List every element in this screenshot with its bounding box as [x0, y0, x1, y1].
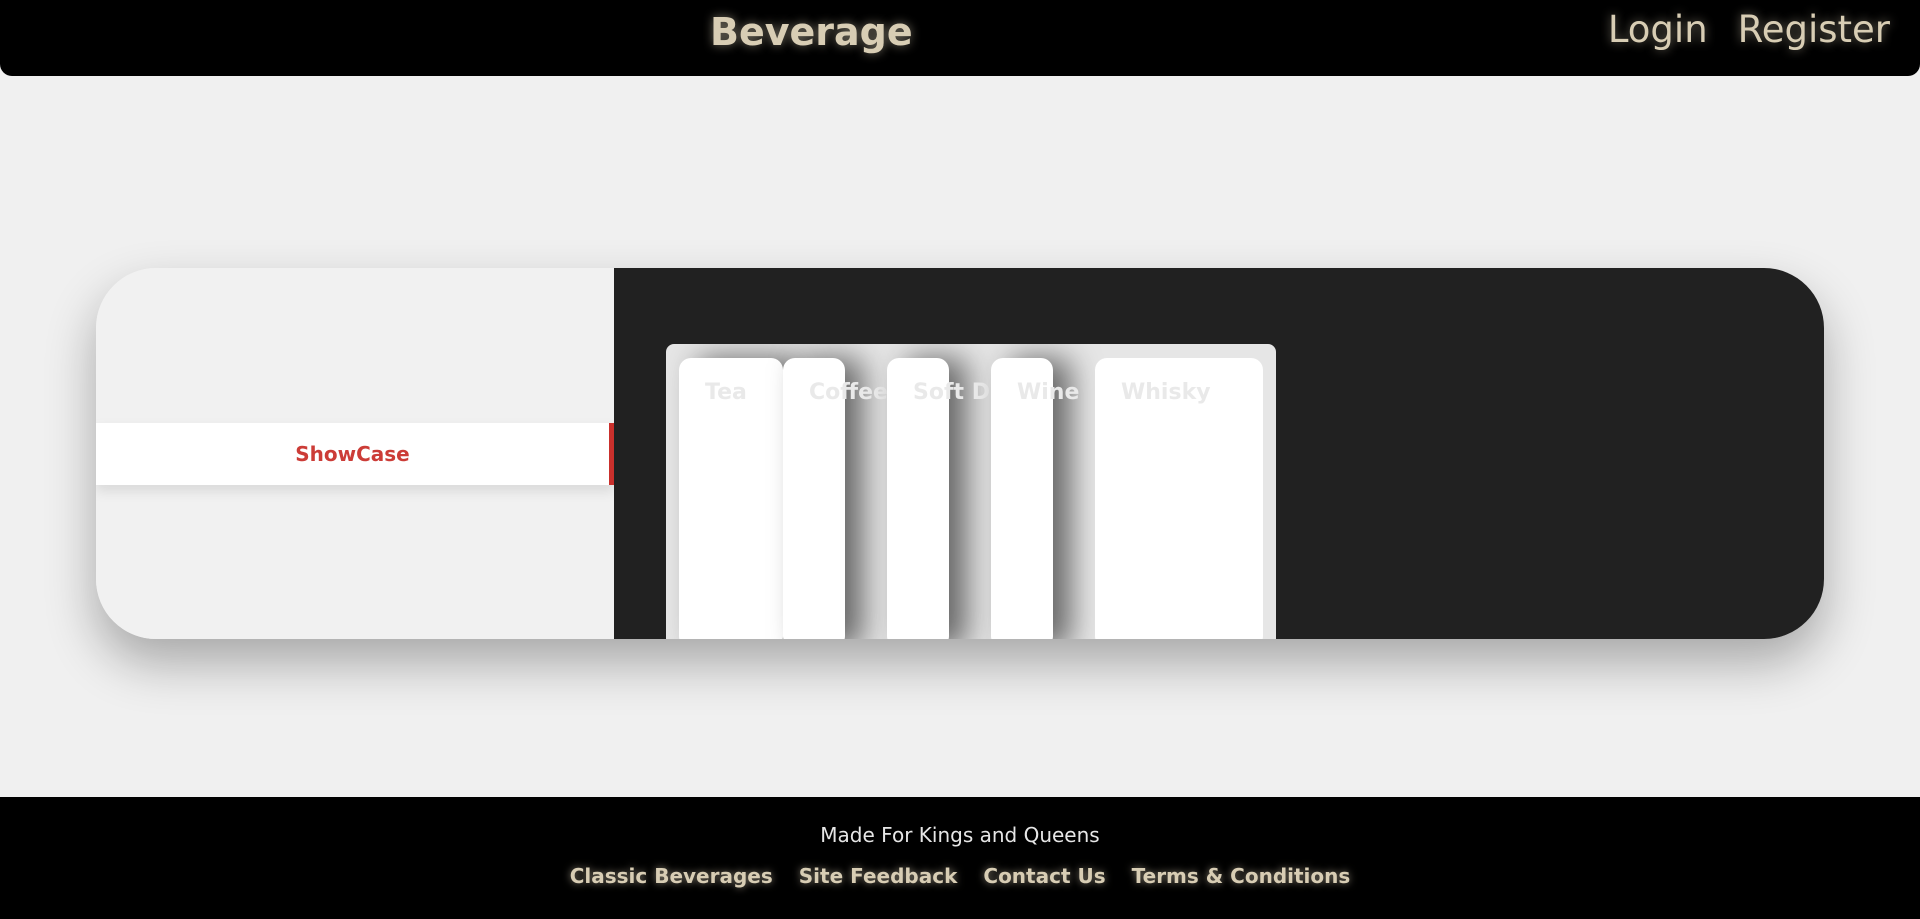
- panel-wine[interactable]: Wine: [991, 358, 1079, 639]
- footer: Made For Kings and Queens Classic Bevera…: [0, 797, 1920, 919]
- beverage-accordion: Tea Coffee Soft Drinks Wine Whisky: [666, 344, 1276, 639]
- auth-links: Login Register: [1608, 8, 1890, 51]
- brand-logo[interactable]: Beverage: [710, 10, 913, 54]
- panel-tea[interactable]: Tea: [679, 358, 783, 639]
- panel-label: Whisky: [1121, 380, 1211, 405]
- panel-label: Wine: [1017, 380, 1080, 405]
- tab-showcase-label: ShowCase: [295, 442, 410, 466]
- card-content: Tea Coffee Soft Drinks Wine Whisky: [614, 268, 1824, 639]
- tab-showcase[interactable]: ShowCase: [96, 423, 614, 485]
- panel-whisky[interactable]: Whisky: [1095, 358, 1263, 639]
- footer-link-terms-conditions[interactable]: Terms & Conditions: [1132, 864, 1351, 888]
- showcase-card: ShowCase Tea Coffee Soft Drinks Wine Whi…: [96, 268, 1824, 639]
- footer-links: Classic Beverages Site Feedback Contact …: [0, 864, 1920, 888]
- panel-label: Coffee: [809, 380, 888, 405]
- footer-link-classic-beverages[interactable]: Classic Beverages: [570, 864, 773, 888]
- footer-tagline: Made For Kings and Queens: [820, 823, 1100, 847]
- footer-link-contact-us[interactable]: Contact Us: [983, 864, 1105, 888]
- panel-coffee[interactable]: Coffee: [783, 358, 888, 639]
- panel-label: Tea: [705, 380, 747, 405]
- top-navbar: Beverage Login Register: [0, 0, 1920, 76]
- footer-link-site-feedback[interactable]: Site Feedback: [799, 864, 958, 888]
- panel-soft-drinks[interactable]: Soft Drinks: [887, 358, 1052, 639]
- register-link[interactable]: Register: [1738, 8, 1890, 51]
- card-sidebar: ShowCase: [96, 268, 614, 639]
- login-link[interactable]: Login: [1608, 8, 1708, 51]
